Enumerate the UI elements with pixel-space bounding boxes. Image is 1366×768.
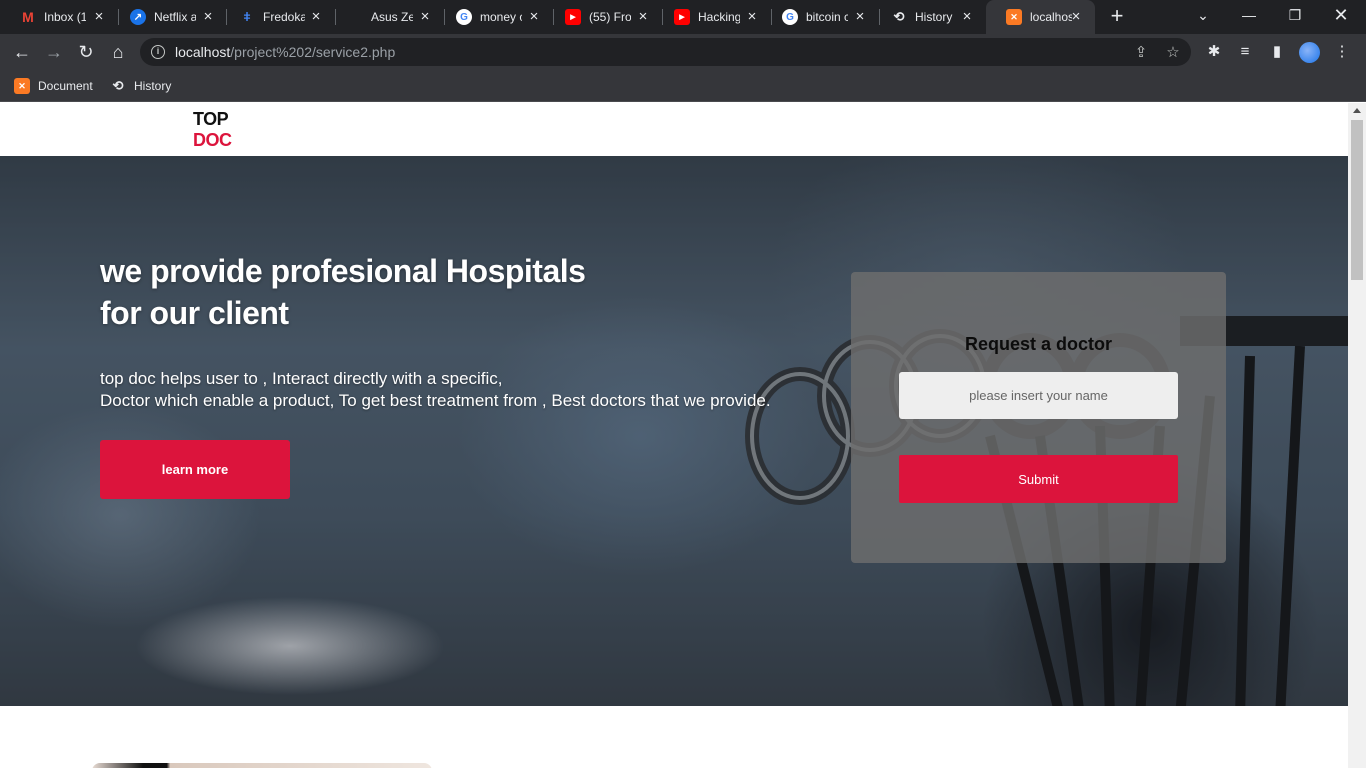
hero-description: top doc helps user to , Interact directl… xyxy=(100,368,860,412)
browser-toolbar: ← → ↻ ⌂ i localhost/project%202/service2… xyxy=(0,34,1366,70)
bookmark-label: History xyxy=(134,79,172,93)
xampp-icon: ✕ xyxy=(1006,9,1022,25)
address-bar[interactable]: i localhost/project%202/service2.php ⇪ ☆ xyxy=(140,38,1191,66)
logo-bottom: DOC xyxy=(193,130,232,150)
close-tab-icon[interactable]: × xyxy=(1069,9,1083,24)
next-section xyxy=(0,706,1348,768)
hero-section: we provide profesional Hospitals for our… xyxy=(0,156,1348,706)
page-scrollbar[interactable] xyxy=(1348,103,1366,768)
history-icon: ⟲ xyxy=(112,78,124,93)
hero-title: we provide profesional Hospitals for our… xyxy=(100,250,740,334)
close-tab-icon[interactable]: × xyxy=(960,9,974,24)
history-icon: ⟲ xyxy=(893,9,905,24)
site-header: TOP DOC xyxy=(0,103,1348,156)
forward-button[interactable]: → xyxy=(42,40,66,64)
hero-title-line-2: for our client xyxy=(100,295,289,331)
tab-asus[interactable]: Asus Zen × xyxy=(327,0,444,34)
name-input[interactable] xyxy=(899,372,1178,419)
bookmark-document[interactable]: ✕ Document xyxy=(14,77,93,95)
request-doctor-form: Request a doctor Submit xyxy=(851,272,1226,563)
url-host: localhost xyxy=(175,44,231,60)
close-tab-icon[interactable]: × xyxy=(309,9,323,24)
close-tab-icon[interactable]: × xyxy=(92,9,106,24)
tab-money[interactable]: G money c × xyxy=(436,0,553,34)
tab-fredoka[interactable]: ǂ Fredoka × xyxy=(219,0,335,34)
font-icon: ǂ xyxy=(243,10,251,24)
tab-bitcoin[interactable]: G bitcoin c × xyxy=(762,0,879,34)
service-card-image xyxy=(92,763,432,768)
share-icon[interactable]: ⇪ xyxy=(1132,44,1150,62)
scrollbar-thumb[interactable] xyxy=(1351,120,1363,280)
learn-more-button[interactable]: learn more xyxy=(100,440,290,499)
tab-netflix[interactable]: ↗ Netflix a × xyxy=(110,0,227,34)
tab-title: Netflix a xyxy=(154,10,196,24)
tab-title: History xyxy=(915,10,953,24)
tab-title: bitcoin c xyxy=(806,10,848,24)
page-viewport: TOP DOC we provide profesional Hospitals… xyxy=(0,103,1366,768)
extensions-icon[interactable]: ✱ xyxy=(1204,42,1224,62)
logo-top: TOP xyxy=(193,109,229,129)
tab-inbox[interactable]: M Inbox (1 × xyxy=(0,0,118,34)
back-button[interactable]: ← xyxy=(10,40,34,64)
tab-title: Inbox (1 xyxy=(44,10,86,24)
side-panel-icon[interactable]: ▮ xyxy=(1267,42,1287,62)
close-tab-icon[interactable]: × xyxy=(418,9,432,24)
bookmark-star-icon[interactable]: ☆ xyxy=(1164,44,1182,62)
bookmarks-bar: ✕ Document ⟲ History xyxy=(0,70,1366,102)
google-icon: G xyxy=(456,9,472,25)
reload-button[interactable]: ↻ xyxy=(74,40,98,64)
xampp-icon: ✕ xyxy=(14,78,30,94)
tab-title: money c xyxy=(480,10,522,24)
tab-title: (55) Fron xyxy=(589,10,631,24)
new-tab-button[interactable]: + xyxy=(1106,5,1128,28)
tab-history[interactable]: ⟲ History × xyxy=(871,0,986,34)
minimize-button[interactable]: — xyxy=(1226,0,1272,30)
google-icon: G xyxy=(782,9,798,25)
tab-title: Asus Zen xyxy=(371,10,413,24)
url-path: /project%202/service2.php xyxy=(230,44,396,60)
url-text: localhost/project%202/service2.php xyxy=(175,44,395,60)
home-button[interactable]: ⌂ xyxy=(106,40,130,64)
close-tab-icon[interactable]: × xyxy=(527,9,541,24)
youtube-icon: ▶ xyxy=(674,9,690,25)
trend-icon: ↗ xyxy=(130,9,146,25)
close-tab-icon[interactable]: × xyxy=(201,9,215,24)
bookmark-label: Document xyxy=(38,79,93,93)
hero-title-line-1: we provide profesional Hospitals xyxy=(100,253,586,289)
gmail-icon: M xyxy=(22,9,34,25)
site-logo[interactable]: TOP DOC xyxy=(193,109,232,151)
hero-desc-line-1: top doc helps user to , Interact directl… xyxy=(100,369,503,388)
bookmark-history[interactable]: ⟲ History xyxy=(110,77,172,95)
profile-avatar[interactable] xyxy=(1299,42,1320,63)
tab-strip: M Inbox (1 × ↗ Netflix a × ǂ Fredoka × A… xyxy=(0,0,1366,34)
close-tab-icon[interactable]: × xyxy=(745,9,759,24)
scroll-up-arrow-icon[interactable] xyxy=(1353,108,1361,113)
close-tab-icon[interactable]: × xyxy=(636,9,650,24)
tab-title: Hacking xyxy=(698,10,740,24)
form-title: Request a doctor xyxy=(964,334,1113,354)
close-window-button[interactable]: ✕ xyxy=(1318,0,1364,30)
tab-title: Fredoka xyxy=(263,10,305,24)
tab-youtube-front[interactable]: ▶ (55) Fron × xyxy=(545,0,662,34)
submit-button[interactable]: Submit xyxy=(899,455,1178,503)
menu-kebab-icon[interactable]: ⋮ xyxy=(1332,42,1352,62)
tab-search-button[interactable]: ⌄ xyxy=(1180,0,1226,30)
tab-localhost[interactable]: ✕ localhos × xyxy=(986,0,1095,34)
close-tab-icon[interactable]: × xyxy=(853,9,867,24)
tab-youtube-hacking[interactable]: ▶ Hacking × xyxy=(654,0,771,34)
hero-desc-line-2: Doctor which enable a product, To get be… xyxy=(100,391,771,410)
youtube-icon: ▶ xyxy=(565,9,581,25)
media-control-icon[interactable]: ≡ xyxy=(1235,42,1255,62)
asus-icon xyxy=(347,9,363,25)
site-info-icon[interactable]: i xyxy=(151,45,165,59)
restore-button[interactable]: ❐ xyxy=(1272,0,1318,30)
tab-title: localhos xyxy=(1030,10,1072,24)
